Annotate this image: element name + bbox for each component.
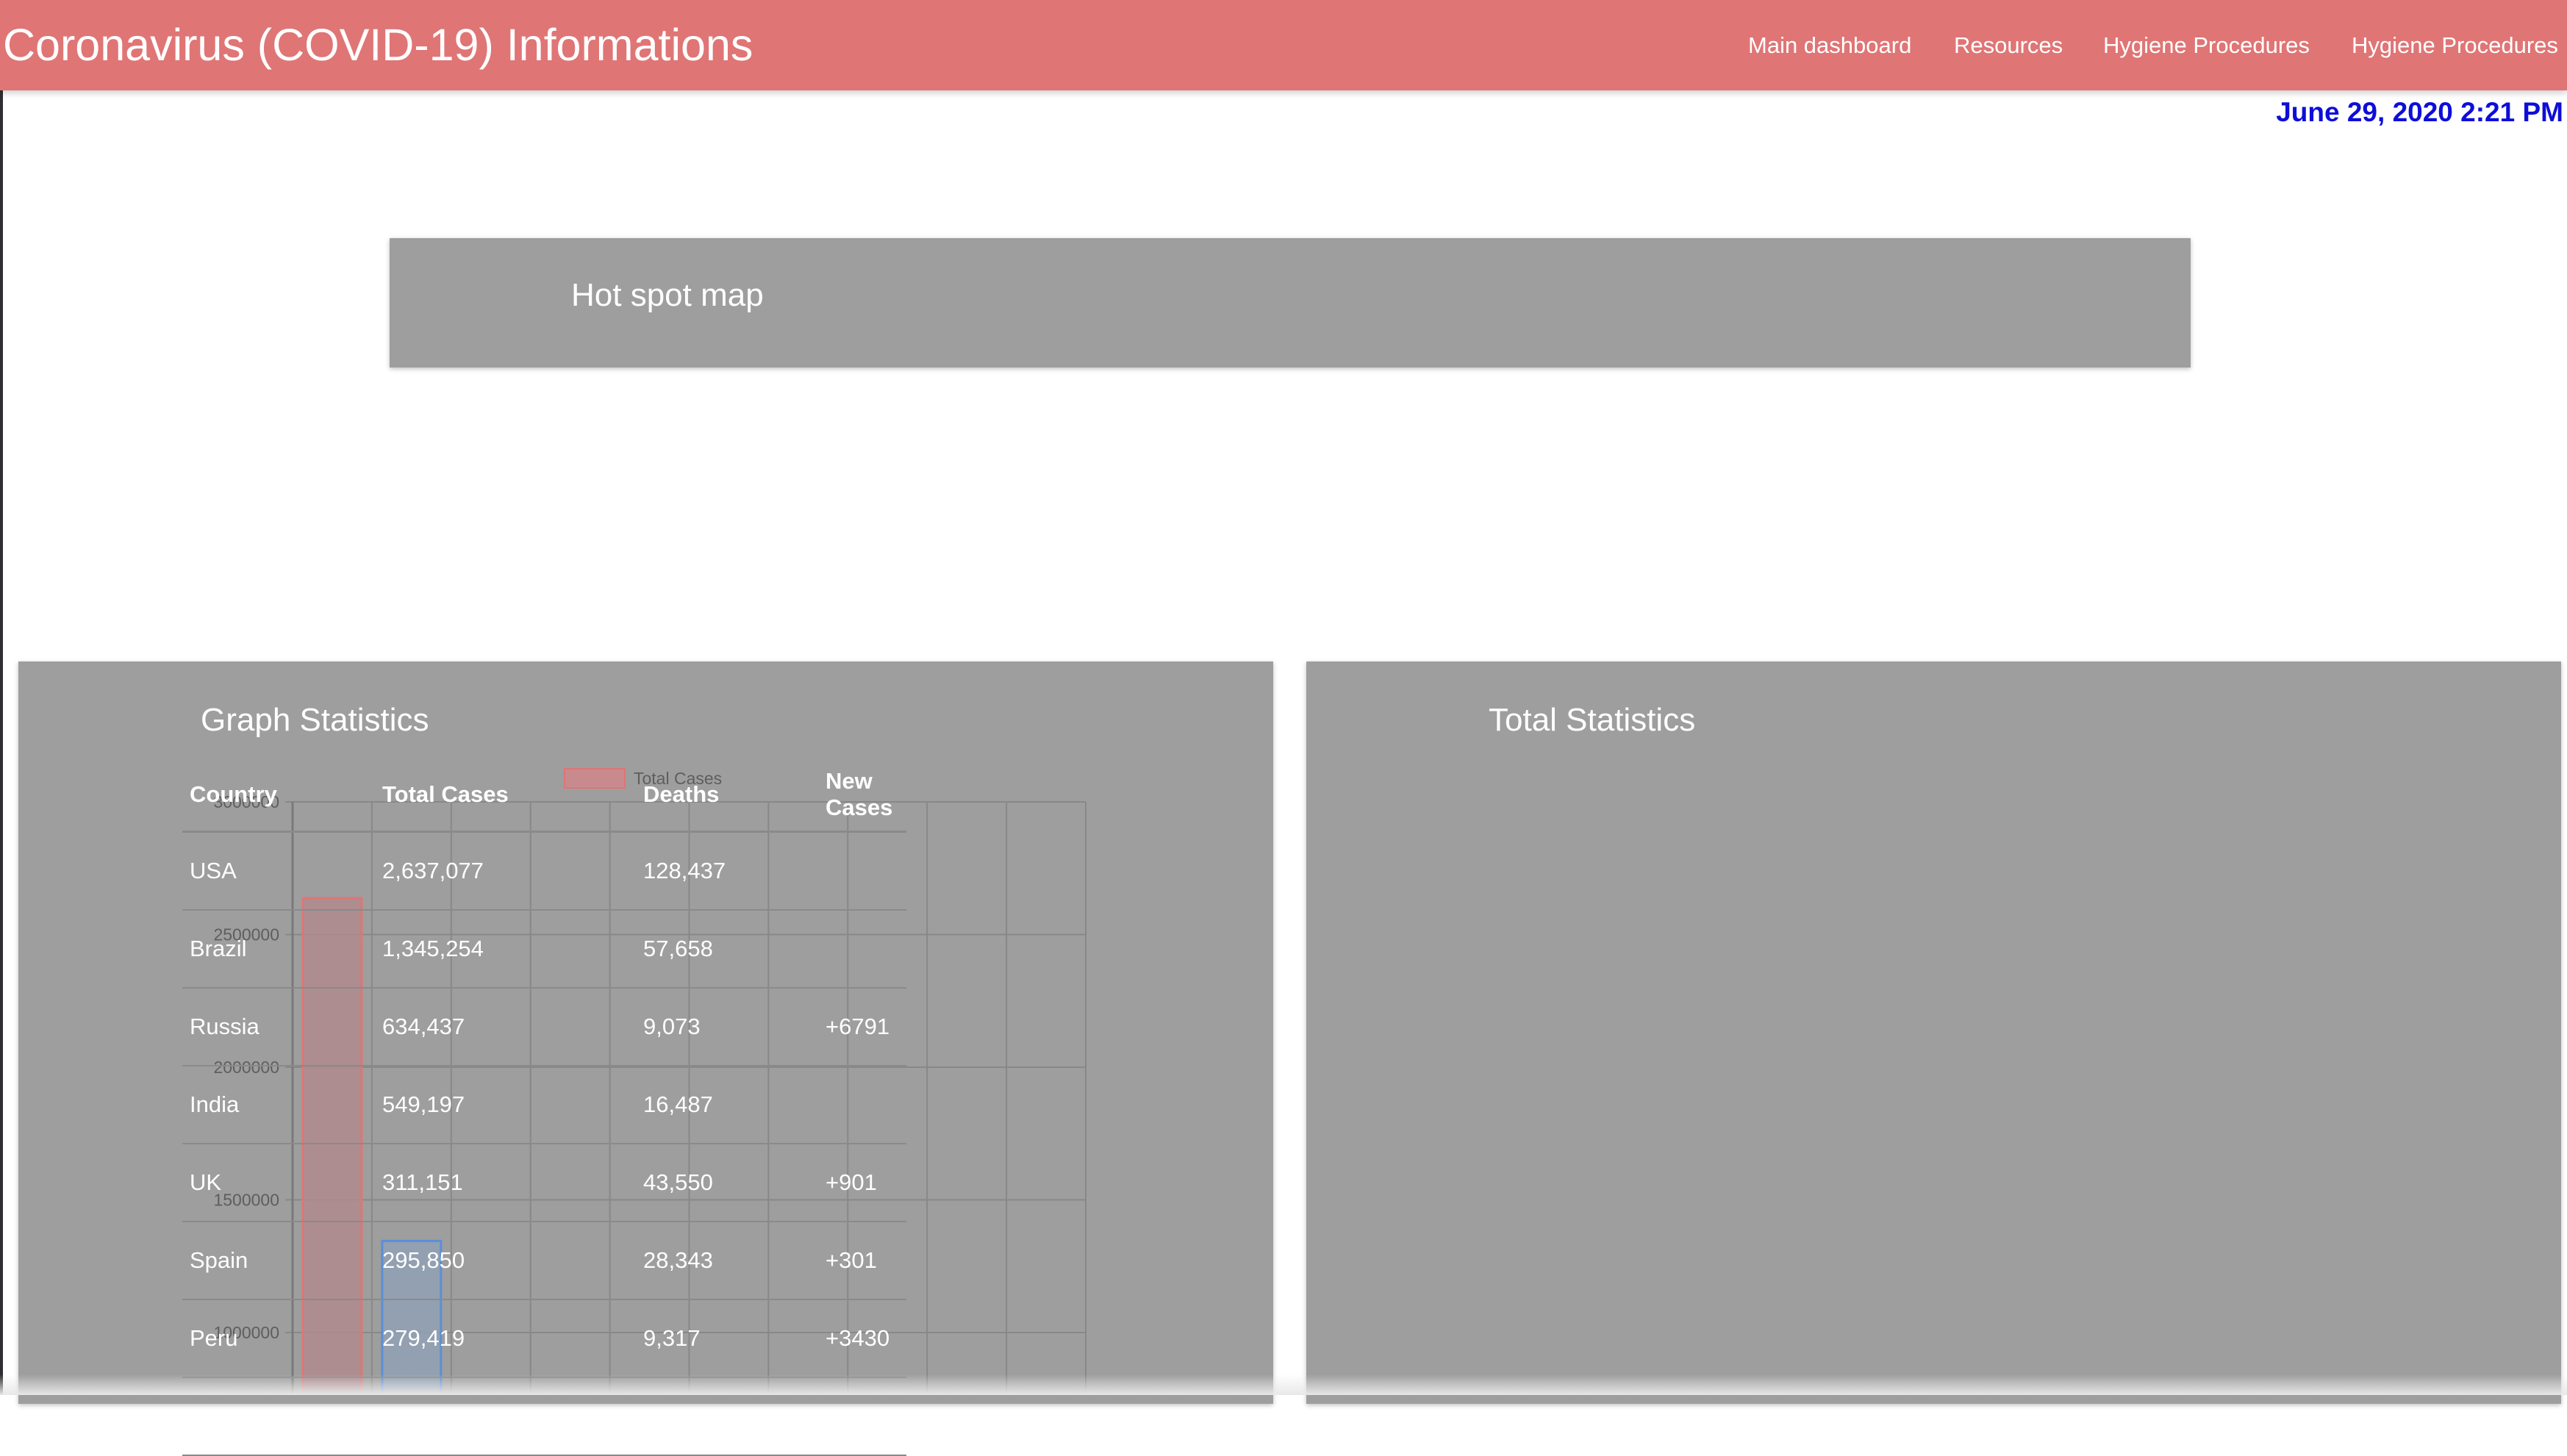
cell-total-cases: 549,197 — [375, 1066, 636, 1144]
cell-deaths: 128,437 — [636, 831, 818, 911]
cell-new-cases — [818, 910, 906, 989]
cell-total-cases: 311,151 — [375, 1144, 636, 1222]
cell-total-cases: 2,637,077 — [375, 831, 636, 911]
cell-deaths: 9,317 — [636, 1299, 818, 1378]
table-header-row: Country Total Cases Deaths New Cases — [182, 759, 906, 833]
table-row: Russia 634,437 9,073 +6791 — [182, 988, 906, 1066]
table-row: USA 2,637,077 128,437 — [182, 831, 906, 911]
col-country: Country — [182, 759, 375, 833]
cell-country: UK — [182, 1144, 375, 1222]
cell-total-cases: 634,437 — [375, 988, 636, 1066]
cell-country: Peru — [182, 1299, 375, 1378]
col-new-cases: New Cases — [818, 759, 906, 833]
table-row: UK 311,151 43,550 +901 — [182, 1144, 906, 1222]
table-row: India 549,197 16,487 — [182, 1066, 906, 1144]
cell-country: India — [182, 1066, 375, 1144]
col-deaths: Deaths — [636, 759, 818, 833]
bottom-fade — [0, 1374, 2567, 1395]
cell-new-cases — [818, 1066, 906, 1144]
cell-new-cases: +3430 — [818, 1299, 906, 1378]
cell-new-cases — [818, 831, 906, 911]
cell-country: Brazil — [182, 910, 375, 989]
cell-total-cases: 295,850 — [375, 1222, 636, 1300]
total-statistics-card: Total Statistics — [1306, 661, 2561, 1404]
cell-total-cases: 279,419 — [375, 1299, 636, 1378]
cell-new-cases: +6791 — [818, 988, 906, 1066]
cell-new-cases: +301 — [818, 1222, 906, 1300]
cell-deaths: 16,487 — [636, 1066, 818, 1144]
cell-deaths: 28,343 — [636, 1222, 818, 1300]
table-row: Peru 279,419 9,317 +3430 — [182, 1299, 906, 1378]
cell-new-cases: +901 — [818, 1144, 906, 1222]
cell-deaths: 9,073 — [636, 988, 818, 1066]
col-total-cases: Total Cases — [375, 759, 636, 833]
cell-country: Spain — [182, 1222, 375, 1300]
cell-deaths: 43,550 — [636, 1144, 818, 1222]
stats-card-title: Total Statistics — [1489, 702, 1696, 738]
table-row: Spain 295,850 28,343 +301 — [182, 1222, 906, 1300]
cell-country: Russia — [182, 988, 375, 1066]
cell-total-cases: 1,345,254 — [375, 910, 636, 989]
stats-table: Country Total Cases Deaths New Cases USA… — [182, 759, 906, 1456]
table-row: Brazil 1,345,254 57,658 — [182, 910, 906, 989]
cell-deaths: 57,658 — [636, 910, 818, 989]
cell-country: USA — [182, 831, 375, 911]
